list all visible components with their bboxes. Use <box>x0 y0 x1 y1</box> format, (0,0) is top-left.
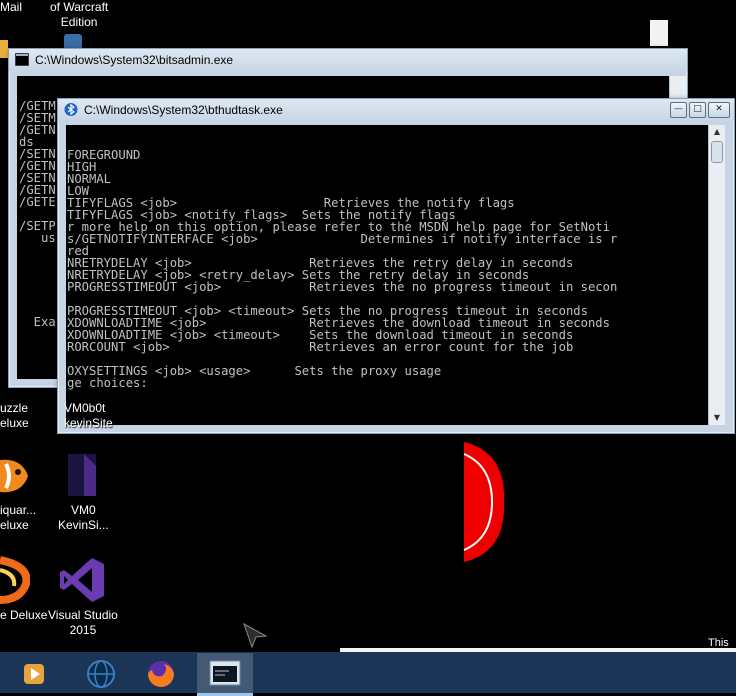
desktop-label-puzzle[interactable]: uzzle eluxe <box>0 401 29 431</box>
console-taskbar-icon <box>209 660 241 686</box>
vs-line1: Visual Studio <box>48 608 118 622</box>
puzzle-line2: eluxe <box>0 416 29 430</box>
vm0-file-icon[interactable] <box>64 452 100 498</box>
console-line: FOREGROUND <box>67 148 141 162</box>
warcraft-line2: Edition <box>60 15 98 29</box>
puzzle-line1: uzzle <box>0 401 29 415</box>
scroll-up-arrow[interactable]: ▲ <box>709 125 725 139</box>
console-line: PROGRESSTIMEOUT <job> Retrieves the no p… <box>67 280 618 294</box>
desktop-label-aquarium[interactable]: iquar... eluxe <box>0 503 36 533</box>
bthudtask-console-output[interactable]: FOREGROUND HIGH NORMAL LOW TIFYFLAGS <job> R… <box>66 125 709 425</box>
red-half-circle-shape <box>463 442 505 562</box>
vm0-line2: KevinSi... <box>58 518 109 532</box>
aquarium-line1: iquar... <box>0 503 37 517</box>
aquarium-line2: eluxe <box>0 518 29 532</box>
maximize-button[interactable]: □ <box>689 102 706 118</box>
partial-desktop-icon[interactable] <box>0 40 8 58</box>
partial-desktop-icon-3[interactable] <box>650 20 668 46</box>
minimize-button[interactable]: — <box>670 102 687 118</box>
taskbar-console-button-active[interactable] <box>197 653 253 696</box>
vs-line2: 2015 <box>69 623 97 637</box>
bitsadmin-titlebar[interactable]: C:\Windows\System32\bitsadmin.exe <box>9 49 687 71</box>
deluxe-game-icon[interactable] <box>0 556 30 604</box>
console-line: OXYSETTINGS <job> <usage> Sets the proxy… <box>67 364 442 378</box>
desktop-label-this[interactable]: This <box>708 636 729 651</box>
console-line: RORCOUNT <job> Retrieves an error count … <box>67 340 574 354</box>
console-line: ge choices: <box>67 376 148 390</box>
console-icon <box>15 53 29 66</box>
scroll-down-arrow[interactable]: ▼ <box>709 411 725 425</box>
globe-icon[interactable] <box>84 656 118 690</box>
bitsadmin-title: C:\Windows\System32\bitsadmin.exe <box>35 53 234 67</box>
bluetooth-icon <box>64 103 78 116</box>
taskbar <box>0 652 736 696</box>
cursor-arrow-icon <box>243 622 268 649</box>
vm0-line1: VM0 <box>71 503 96 517</box>
console-line: s/GETNOTIFYINTERFACE <job> Determines if… <box>67 232 618 246</box>
desktop-label-mail[interactable]: Mail <box>0 0 22 15</box>
desktop-label-vm0[interactable]: VM0 KevinSi... <box>58 503 109 533</box>
bthudtask-scrollbar[interactable]: ▲ ▼ <box>708 125 725 425</box>
desktop-label-vm0b0t[interactable]: VM0b0t kevinSite <box>64 401 113 431</box>
media-player-icon[interactable] <box>18 656 52 690</box>
desktop-label-vs[interactable]: Visual Studio 2015 <box>48 608 118 638</box>
desktop-label-deluxe[interactable]: e Deluxe <box>0 608 47 623</box>
clownfish-icon[interactable] <box>0 452 32 500</box>
bthudtask-title: C:\Windows\System32\bthudtask.exe <box>84 103 283 117</box>
firefox-icon[interactable] <box>144 656 178 690</box>
close-button[interactable]: ✕ <box>708 102 730 118</box>
bthudtask-titlebar[interactable]: C:\Windows\System32\bthudtask.exe — □ ✕ <box>58 99 734 121</box>
bthudtask-window[interactable]: C:\Windows\System32\bthudtask.exe — □ ✕ … <box>57 98 735 434</box>
warcraft-line1: of Warcraft <box>50 0 109 14</box>
vm0b0t-line1: VM0b0t <box>64 401 106 415</box>
bthudtask-scroll-thumb[interactable] <box>711 141 723 163</box>
vm0b0t-line2: kevinSite <box>64 416 113 430</box>
desktop-label-warcraft[interactable]: of Warcraft Edition <box>50 0 108 30</box>
console-line: NORMAL <box>67 172 112 186</box>
visual-studio-icon[interactable] <box>58 556 108 604</box>
console-line: HIGH <box>67 160 97 174</box>
